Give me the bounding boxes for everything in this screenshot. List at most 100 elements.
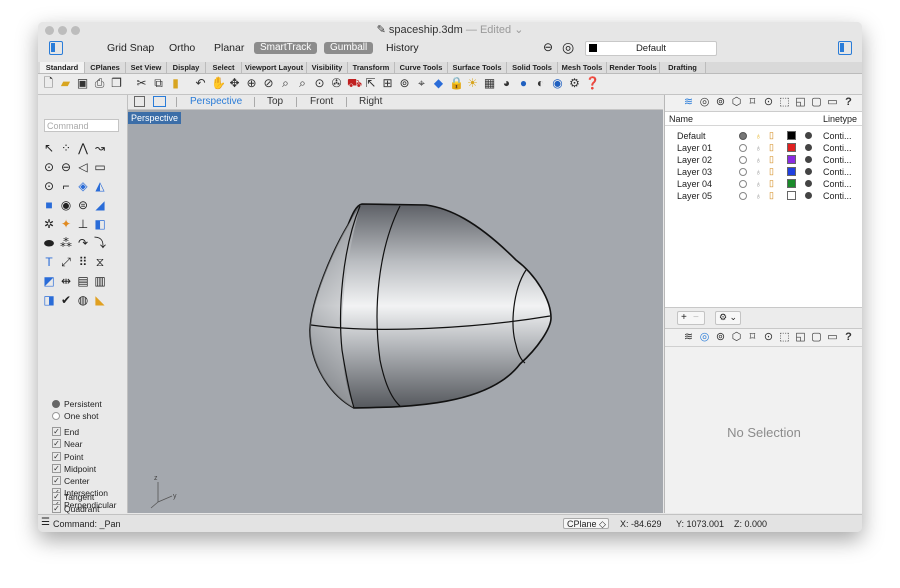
display-icon[interactable]: ◎ (699, 331, 710, 343)
car-icon[interactable]: ⛟ (347, 77, 362, 90)
help-icon[interactable]: ? (843, 331, 854, 343)
page-icon[interactable]: ⬚ (779, 331, 790, 343)
cplane-icon[interactable]: ⌖ (415, 77, 428, 90)
circle-point-icon[interactable]: ⊙ (42, 179, 56, 193)
layer-row[interactable]: Layer 02 ♁ ▯ Conti... (665, 154, 862, 166)
material-icon[interactable] (805, 192, 812, 199)
point-icon[interactable]: ⁘ (59, 141, 73, 155)
curve-icon[interactable]: ↝ (93, 141, 107, 155)
light-bulb-icon[interactable]: ♁ (755, 143, 762, 153)
current-layer-icon[interactable] (739, 180, 747, 188)
snap-circle-icon[interactable]: ⊚ (398, 77, 411, 90)
tab-standard[interactable]: Standard (40, 62, 85, 73)
light-bulb-icon[interactable]: ♁ (755, 155, 762, 165)
camera-icon[interactable]: ⌑ (747, 96, 758, 108)
history-button[interactable]: History (386, 42, 419, 54)
layer-row[interactable]: Layer 05 ♁ ▯ Conti... (665, 190, 862, 202)
light-bulb-icon[interactable]: ♁ (755, 131, 762, 141)
layer-options-menu[interactable]: ⚙ ⌄ (715, 311, 741, 325)
tab-curve-tools[interactable]: Curve Tools (395, 62, 448, 73)
help-icon[interactable]: ? (843, 96, 854, 108)
copy-page-icon[interactable]: ❐ (110, 77, 123, 90)
mirror-icon[interactable]: ⧖ (93, 255, 107, 269)
left-sidebar-toggle-icon[interactable] (49, 41, 63, 55)
mesh-icon[interactable]: ✲ (42, 217, 56, 231)
layers-icon[interactable]: ≋ (683, 96, 694, 108)
layer-color-swatch[interactable] (787, 131, 796, 140)
open-folder-icon[interactable]: ▰ (59, 77, 72, 90)
layer-row[interactable]: Layer 04 ♁ ▯ Conti... (665, 178, 862, 190)
draft-icon[interactable]: ◣ (93, 293, 107, 307)
join-icon[interactable]: ↷ (76, 236, 90, 250)
new-file-icon[interactable]: 🗋 (42, 77, 55, 90)
unlock-icon[interactable]: ▯ (769, 166, 774, 177)
block-icon[interactable]: ◩ (42, 274, 56, 288)
sphere-icon[interactable]: ◉ (59, 198, 73, 212)
light-bulb-icon[interactable]: ♁ (755, 191, 762, 201)
tab-mesh-tools[interactable]: Mesh Tools (558, 62, 607, 73)
layers-header-linetype[interactable]: Linetype (823, 114, 857, 124)
rendering-icon[interactable]: ⊚ (715, 96, 726, 108)
tab-solid-tools[interactable]: Solid Tools (507, 62, 558, 73)
tab-viewport-layout[interactable]: Viewport Layout (242, 62, 307, 73)
tab-drafting[interactable]: Drafting (660, 62, 706, 73)
circle-icon[interactable]: ⊙ (42, 160, 56, 174)
environment-icon[interactable]: ⊙ (763, 96, 774, 108)
layers-header-name[interactable]: Name (669, 114, 693, 124)
analyze-icon[interactable]: ◨ (42, 293, 56, 307)
notes-icon[interactable]: ▢ (811, 96, 822, 108)
viewport-tab-front[interactable]: Front (310, 96, 333, 107)
plus-icon[interactable]: + (681, 312, 687, 323)
material-icon[interactable] (805, 144, 812, 151)
layer-row[interactable]: Default ♁ ▯ Conti... (665, 130, 862, 142)
camera-icon[interactable]: ⌑ (747, 331, 758, 343)
tab-set-view[interactable]: Set View (126, 62, 167, 73)
command-history-icon[interactable]: ☰ (41, 517, 50, 528)
offset-icon[interactable]: ⤵ (93, 236, 107, 250)
blocks-icon[interactable]: ◱ (795, 331, 806, 343)
options-icon[interactable]: ⚙ (568, 77, 581, 90)
layer-row[interactable]: Layer 03 ♁ ▯ Conti... (665, 166, 862, 178)
four-view-layout-icon[interactable] (134, 96, 145, 107)
layer-color-swatch[interactable] (787, 167, 796, 176)
polyline-icon[interactable]: ⋀ (76, 141, 90, 155)
zoom-icon[interactable]: ⊕ (245, 77, 258, 90)
right-sidebar-toggle-icon[interactable] (838, 41, 852, 55)
material-icon[interactable] (805, 180, 812, 187)
blocks-icon[interactable]: ◱ (795, 96, 806, 108)
shade-icon[interactable]: ◐ (534, 77, 547, 90)
current-layer-icon[interactable] (739, 192, 747, 200)
monitor-icon[interactable]: ▭ (827, 96, 838, 108)
boolean-icon[interactable]: ⬬ (42, 236, 56, 250)
current-layer-icon[interactable] (739, 156, 747, 164)
camera-icon[interactable]: ✇ (330, 77, 343, 90)
smarttrack-button[interactable]: SmartTrack (254, 42, 318, 54)
dimension-icon[interactable]: ⇹ (59, 274, 73, 288)
grid-snap-button[interactable]: Grid Snap (107, 42, 154, 54)
zoom-all-icon[interactable]: ⊙ (313, 77, 326, 90)
extrude-icon[interactable]: ◢ (93, 198, 107, 212)
rendering-icon[interactable]: ⊚ (715, 331, 726, 343)
layer-icon[interactable]: ▦ (483, 77, 496, 90)
add-remove-layer-button[interactable]: + − (677, 311, 705, 325)
unlock-icon[interactable]: ▯ (769, 190, 774, 201)
material-icon[interactable] (805, 132, 812, 139)
material-icon[interactable] (805, 156, 812, 163)
current-layer-field[interactable]: Default (585, 41, 717, 56)
save-icon[interactable]: ▣ (76, 77, 89, 90)
tab-surface-tools[interactable]: Surface Tools (448, 62, 507, 73)
box-icon[interactable]: ■ (42, 198, 56, 212)
current-layer-icon[interactable] (739, 168, 747, 176)
cplane-dropdown[interactable]: CPlane ◇ (563, 518, 609, 529)
explode-icon[interactable]: ✦ (59, 217, 73, 231)
display-icon[interactable]: ◎ (699, 96, 710, 108)
planar-button[interactable]: Planar (214, 42, 244, 54)
ellipse-icon[interactable]: ⊖ (59, 160, 73, 174)
layers-icon[interactable]: ≋ (683, 331, 694, 343)
zoom-selected-icon[interactable]: ⌕ (296, 77, 309, 90)
grid-icon[interactable]: ⊞ (381, 77, 394, 90)
osnap-icon[interactable]: ⊖ (543, 40, 553, 54)
print-icon[interactable]: ⎙ (93, 77, 106, 90)
tab-select[interactable]: Select (206, 62, 242, 73)
cylinder-icon[interactable]: ⊜ (76, 198, 90, 212)
